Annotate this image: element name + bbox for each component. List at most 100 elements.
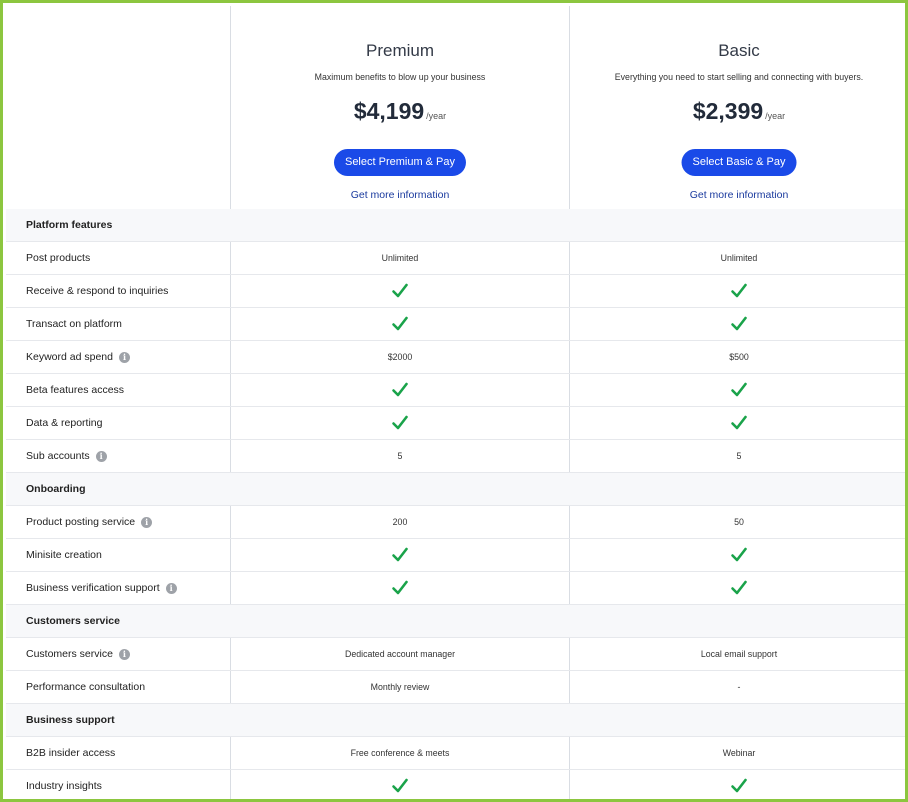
cell-text: - [737,682,741,692]
cell-text: Local email support [700,649,778,659]
feature-label-text: B2B insider access [26,747,116,759]
info-icon[interactable]: i [95,450,107,462]
plans-header: Premium Maximum benefits to blow up your… [6,6,905,209]
price-period: /year [765,111,786,121]
basic-value: - [570,671,905,703]
feature-label-text: Performance consultation [26,681,146,693]
check-icon [391,777,409,795]
cell-text: Unlimited [381,253,419,263]
basic-more-info-link[interactable]: Get more information [570,189,905,201]
feature-label-text: Customers service [26,648,113,660]
section-title: Customers service [26,615,120,627]
feature-row-sub-accounts: Sub accounts i 5 5 [6,440,905,473]
check-icon [391,381,409,399]
feature-label: Keyword ad spend i [26,351,130,363]
premium-value [231,275,569,307]
cell-text: $500 [729,352,749,362]
feature-row-receive-and-respond-to-inquiries: Receive & respond to inquiries [6,275,905,308]
price-period: /year [426,111,447,121]
premium-value [231,374,569,406]
feature-label: Customers service i [26,648,130,660]
section-header-onboarding: Onboarding [6,473,905,506]
feature-label: Post products [26,252,90,264]
basic-value: $500 [570,341,905,373]
info-icon[interactable]: i [165,582,177,594]
feature-rows: Platform features Post products Unlimited U… [6,209,905,799]
section-title: Business support [26,714,115,726]
check-icon [730,381,748,399]
info-icon[interactable]: i [141,516,153,528]
basic-value [570,407,905,439]
feature-row-business-verification-support: Business verification support i [6,572,905,605]
cell-text: 50 [734,517,744,527]
feature-label-text: Product posting service [26,516,136,528]
basic-value [570,572,905,604]
feature-label: B2B insider access [26,747,115,759]
plan-price: $2,399/year [570,98,905,125]
premium-value: Monthly review [231,671,569,703]
check-icon [391,579,409,597]
feature-row-transact-on-platform: Transact on platform [6,308,905,341]
check-icon [730,315,748,333]
plan-premium: Premium Maximum benefits to blow up your… [231,6,569,209]
basic-value [570,308,905,340]
pricing-table: Premium Maximum benefits to blow up your… [6,6,905,799]
check-icon [391,414,409,432]
cell-text: Unlimited [720,253,758,263]
premium-more-info-link[interactable]: Get more information [231,189,569,201]
cell-text: 5 [397,451,403,461]
info-icon[interactable]: i [118,648,130,660]
check-icon [730,777,748,795]
feature-label: Product posting service i [26,516,153,528]
feature-label: Business verification support i [26,582,177,594]
plan-name: Premium [365,41,434,60]
premium-value: Free conference & meets [231,737,569,769]
basic-value [570,374,905,406]
feature-label-text: Receive & respond to inquiries [26,285,169,297]
feature-label-text: Sub accounts [26,450,90,462]
feature-row-data-and-reporting: Data & reporting [6,407,905,440]
pricing-comparison-frame: Premium Maximum benefits to blow up your… [0,0,908,802]
select-premium-button[interactable]: Select Premium & Pay [333,149,467,176]
section-title: Platform features [26,219,112,231]
section-title: Onboarding [26,483,86,495]
price-amount: $2,399 [692,98,764,124]
cell-text: 200 [392,517,408,527]
feature-label: Performance consultation [26,681,145,693]
cell-text: Dedicated account manager [344,649,456,659]
section-header-customers-service: Customers service [6,605,905,638]
feature-label-text: Post products [26,252,91,264]
premium-value [231,308,569,340]
feature-label-text: Transact on platform [26,318,122,330]
cell-text: Monthly review [370,682,430,692]
feature-label: Transact on platform [26,318,122,330]
premium-value [231,407,569,439]
feature-row-beta-features-access: Beta features access [6,374,905,407]
plan-basic: Basic Everything you need to start selli… [570,6,905,209]
select-basic-button[interactable]: Select Basic & Pay [681,149,797,176]
feature-row-post-products: Post products Unlimited Unlimited [6,242,905,275]
feature-label: Data & reporting [26,417,102,429]
feature-label: Minisite creation [26,549,102,561]
feature-label-text: Keyword ad spend [26,351,113,363]
feature-label-text: Business support [26,714,115,726]
feature-row-product-posting-service: Product posting service i 200 50 [6,506,905,539]
cell-text: Free conference & meets [350,748,450,758]
basic-value [570,770,905,799]
plan-price: $4,199/year [231,98,569,125]
basic-value: Unlimited [570,242,905,274]
basic-value: 5 [570,440,905,472]
premium-value: Unlimited [231,242,569,274]
feature-row-performance-consultation: Performance consultation Monthly review - [6,671,905,704]
feature-row-b2b-insider-access: B2B insider access Free conference & meet… [6,737,905,770]
info-icon[interactable]: i [118,351,130,363]
plan-description: Everything you need to start selling and… [614,72,864,82]
section-header-business-support: Business support [6,704,905,737]
basic-value: 50 [570,506,905,538]
premium-value [231,539,569,571]
premium-value: 200 [231,506,569,538]
price-amount: $4,199 [353,98,425,124]
feature-label-text: Platform features [26,219,113,231]
feature-row-customers-service: Customers service i Dedicated account mana… [6,638,905,671]
check-icon [391,315,409,333]
